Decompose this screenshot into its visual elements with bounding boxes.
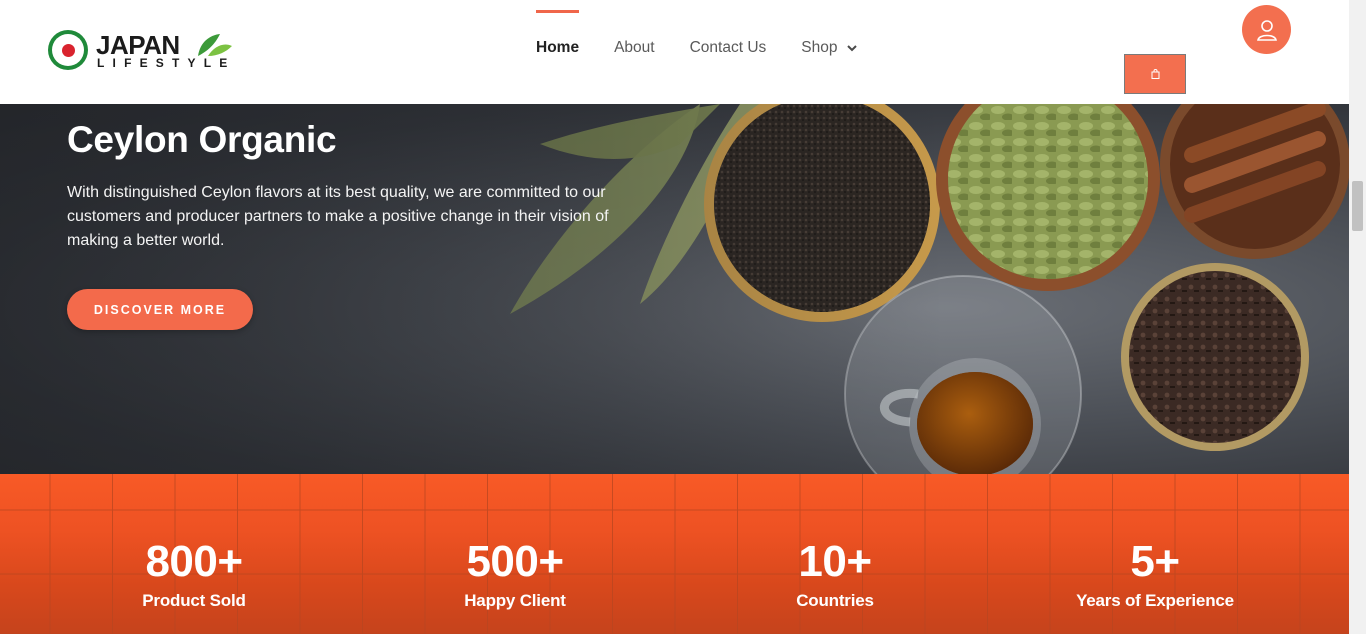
nav-contact-label: Contact Us [689,39,767,56]
stat-label: Product Sold [142,591,246,610]
hero-title: Ceylon Organic [67,119,337,160]
logo-name-top: JAPAN [96,30,180,60]
stat-value: 10+ [798,537,872,586]
nav-about[interactable]: About [614,0,655,104]
page-scrollbar[interactable] [1349,0,1366,634]
nav-contact[interactable]: Contact Us [690,0,767,104]
main-nav: Home About Contact Us Shop [536,0,892,104]
user-icon [1256,19,1277,41]
tea-leaf-icon [198,34,232,56]
brand-logo[interactable]: JAPAN LIFESTYLE [48,30,238,72]
stat-value: 500+ [466,537,564,586]
logo-name-bottom: LIFESTYLE [97,56,236,70]
nav-shop[interactable]: Shop [801,0,858,104]
stat-value: 5+ [1130,537,1180,586]
nav-home[interactable]: Home [536,0,580,104]
site-header: JAPAN LIFESTYLE Home About Contact Us Sh… [0,0,1349,104]
nav-home-label: Home [536,39,580,56]
discover-more-button[interactable]: DISCOVER MORE [67,289,253,330]
stat-label: Countries [796,591,874,610]
logo-seal [48,30,88,70]
hero-banner: Ceylon Organic With distinguished Ceylon… [0,104,1349,474]
nav-about-label: About [614,39,655,56]
shopping-bag-icon [1151,69,1159,79]
account-button[interactable] [1242,5,1291,54]
cart-button[interactable] [1124,54,1186,94]
stat-label: Happy Client [464,591,566,610]
hero-description: With distinguished Ceylon flavors at its… [67,184,609,249]
stats-band: 800+ Product Sold 500+ Happy Client 10+ … [0,474,1349,634]
nav-shop-label: Shop [801,39,838,56]
stat-label: Years of Experience [1076,591,1234,610]
chevron-down-icon [847,44,858,52]
stat-value: 800+ [145,537,243,586]
scrollbar-thumb[interactable] [1352,181,1363,231]
